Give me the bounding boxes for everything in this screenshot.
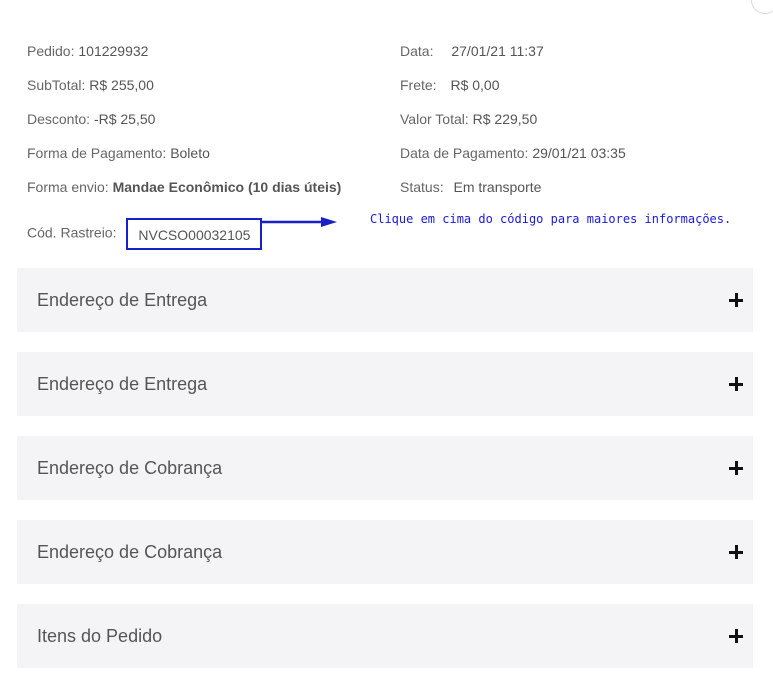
plus-icon[interactable] [729,629,743,643]
accordion-title: Endereço de Cobrança [37,458,223,478]
shipping-method-label: Forma envio: [27,179,109,195]
payment-method-label: Forma de Pagamento: [27,145,167,161]
close-circle-icon[interactable] [751,0,773,14]
accordion-title: Endereço de Entrega [37,374,208,394]
plus-icon[interactable] [729,545,743,559]
plus-icon[interactable] [729,293,743,307]
accordion-delivery-address-1[interactable]: Endereço de Entrega [17,268,753,332]
order-date-label: Data: [400,43,434,59]
plus-icon[interactable] [729,377,743,391]
total-row: Valor Total: R$ 229,50 [400,110,537,128]
subtotal-value: R$ 255,00 [89,77,154,93]
discount-row: Desconto: -R$ 25,50 [27,110,155,128]
status-row: Status: Em transporte [400,178,541,196]
shipping-fee-row: Frete: R$ 0,00 [400,76,500,94]
plus-icon[interactable] [729,461,743,475]
accordion-title: Endereço de Cobrança [37,542,223,562]
tracking-row: Cód. Rastreio: NVCSO00032105 [27,218,263,250]
shipping-method-value: Mandae Econômico (10 dias úteis) [112,179,342,195]
accordion-order-items[interactable]: Itens do Pedido [17,604,753,668]
discount-value: -R$ 25,50 [93,111,156,127]
order-date-value: 27/01/21 11:37 [451,43,544,59]
accordion-billing-address-2[interactable]: Endereço de Cobrança [17,520,753,584]
discount-label: Desconto: [27,111,91,127]
accordion-title: Endereço de Entrega [37,290,208,310]
subtotal-label: SubTotal: [27,77,86,93]
payment-date-value: 29/01/21 03:35 [532,145,626,161]
subtotal-row: SubTotal: R$ 255,00 [27,76,154,94]
shipping-method-row: Forma envio: Mandae Econômico (10 dias ú… [27,178,341,196]
status-value: Em transporte [453,179,542,195]
total-value: R$ 229,50 [472,111,538,127]
accordion-delivery-address-2[interactable]: Endereço de Entrega [17,352,753,416]
arrow-right-icon [261,217,337,227]
payment-date-row: Data de Pagamento: 29/01/21 03:35 [400,144,626,162]
payment-date-label: Data de Pagamento: [400,145,529,161]
payment-method-row: Forma de Pagamento: Boleto [27,144,210,162]
tracking-label: Cód. Rastreio: [27,224,117,241]
shipping-fee-label: Frete: [400,77,437,93]
tracking-code-link[interactable]: NVCSO00032105 [126,218,263,250]
payment-method-value: Boleto [170,145,210,161]
order-number-label: Pedido: [27,43,75,59]
accordion-title: Itens do Pedido [37,626,163,646]
order-date-row: Data: 27/01/21 11:37 [400,42,544,60]
tracking-hint-annotation: Clique em cima do código para maiores in… [370,212,732,226]
accordion-billing-address-1[interactable]: Endereço de Cobrança [17,436,753,500]
status-label: Status: [400,179,444,195]
order-number-value: 101229932 [78,43,149,59]
order-number-row: Pedido: 101229932 [27,42,148,60]
total-label: Valor Total: [400,111,469,127]
shipping-fee-value: R$ 0,00 [450,77,500,93]
